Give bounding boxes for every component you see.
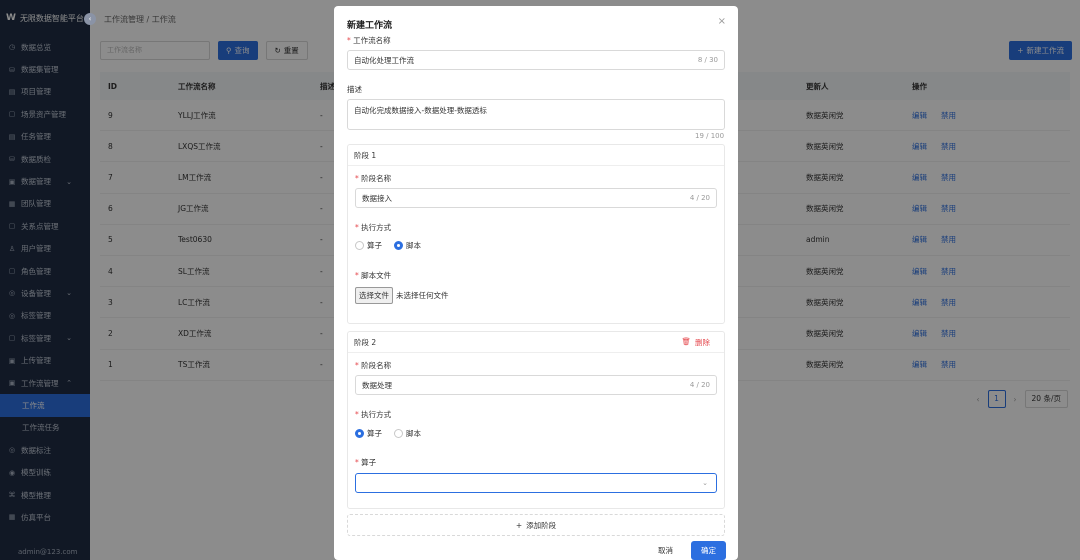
stage-1-name-value: 数据接入 <box>362 193 392 203</box>
operator-select[interactable]: ⌄ <box>355 473 717 493</box>
stage-2-exec-label: 执行方式 <box>355 409 391 420</box>
stage-1-radio-script-label: 脚本 <box>406 241 421 250</box>
add-stage-label: 添加阶段 <box>526 520 557 530</box>
stage-1-name-count: 4 / 20 <box>689 194 710 202</box>
plus-icon: + <box>515 520 523 530</box>
stage-1-file-picker: 选择文件 未选择任何文件 <box>355 287 449 304</box>
file-status: 未选择任何文件 <box>396 291 449 300</box>
stage-1-exec-label: 执行方式 <box>355 222 391 233</box>
stage-2-radio-operator-label: 算子 <box>367 429 382 438</box>
close-icon[interactable]: × <box>718 16 726 27</box>
stage-2-name-input[interactable]: 数据处理 4 / 20 <box>355 375 717 395</box>
choose-file-button[interactable]: 选择文件 <box>355 287 393 304</box>
stage-2-header: 阶段 2 🗑 删除 <box>348 332 724 353</box>
delete-label: 删除 <box>695 337 710 347</box>
stage-2-title: 阶段 2 <box>354 337 377 347</box>
stage-1-header: 阶段 1 <box>348 145 724 166</box>
stage-1-exec-radios: 算子 脚本 <box>355 240 421 251</box>
radio-checked-icon <box>355 429 364 438</box>
workflow-name-count: 8 / 30 <box>697 56 718 64</box>
stage-1-title: 阶段 1 <box>354 150 377 160</box>
dialog-footer: 取消 确定 <box>648 541 726 560</box>
description-textarea[interactable]: 自动化完成数据接入-数据处理-数据透标 <box>347 99 725 130</box>
chevron-down-icon: ⌄ <box>702 479 708 487</box>
stage-1-card: 阶段 1 阶段名称 数据接入 4 / 20 执行方式 算子 脚本 脚本文件 选择… <box>347 144 725 324</box>
radio-checked-icon <box>394 241 403 250</box>
workflow-name-input[interactable]: 自动化处理工作流 8 / 30 <box>347 50 725 70</box>
new-workflow-dialog: 新建工作流 × 工作流名称 自动化处理工作流 8 / 30 描述 自动化完成数据… <box>334 6 738 560</box>
add-stage-button[interactable]: + 添加阶段 <box>347 514 725 536</box>
stage-2-name-label: 阶段名称 <box>355 360 391 371</box>
stage-2-radio-operator[interactable]: 算子 <box>355 428 382 439</box>
stage-1-radio-script[interactable]: 脚本 <box>394 240 421 251</box>
dialog-title: 新建工作流 <box>347 21 393 31</box>
stage-1-radio-operator[interactable]: 算子 <box>355 240 382 251</box>
workflow-name-label: 工作流名称 <box>347 35 391 46</box>
radio-unchecked-icon <box>355 241 364 250</box>
stage-2-radio-script[interactable]: 脚本 <box>394 428 421 439</box>
description-count: 19 / 100 <box>695 132 725 140</box>
stage-2-radio-script-label: 脚本 <box>406 429 421 438</box>
collapse-sidebar-icon[interactable]: ‹ <box>84 13 96 25</box>
operator-label: 算子 <box>355 457 376 468</box>
stage-1-file-label: 脚本文件 <box>355 270 391 281</box>
stage-1-name-input[interactable]: 数据接入 4 / 20 <box>355 188 717 208</box>
description-value: 自动化完成数据接入-数据处理-数据透标 <box>354 106 487 115</box>
stage-2-name-value: 数据处理 <box>362 380 392 390</box>
stage-2-card: 阶段 2 🗑 删除 阶段名称 数据处理 4 / 20 执行方式 算子 脚本 算子 … <box>347 331 725 509</box>
stage-2-exec-radios: 算子 脚本 <box>355 428 421 439</box>
stage-1-radio-operator-label: 算子 <box>367 241 382 250</box>
cancel-button[interactable]: 取消 <box>648 541 683 560</box>
workflow-name-value: 自动化处理工作流 <box>354 55 414 65</box>
stage-1-name-label: 阶段名称 <box>355 173 391 184</box>
delete-stage-button[interactable]: 🗑 删除 <box>681 337 710 348</box>
description-label: 描述 <box>347 85 362 94</box>
radio-unchecked-icon <box>394 429 403 438</box>
stage-2-name-count: 4 / 20 <box>689 381 710 389</box>
trash-icon: 🗑 <box>681 336 691 346</box>
confirm-button[interactable]: 确定 <box>691 541 726 560</box>
